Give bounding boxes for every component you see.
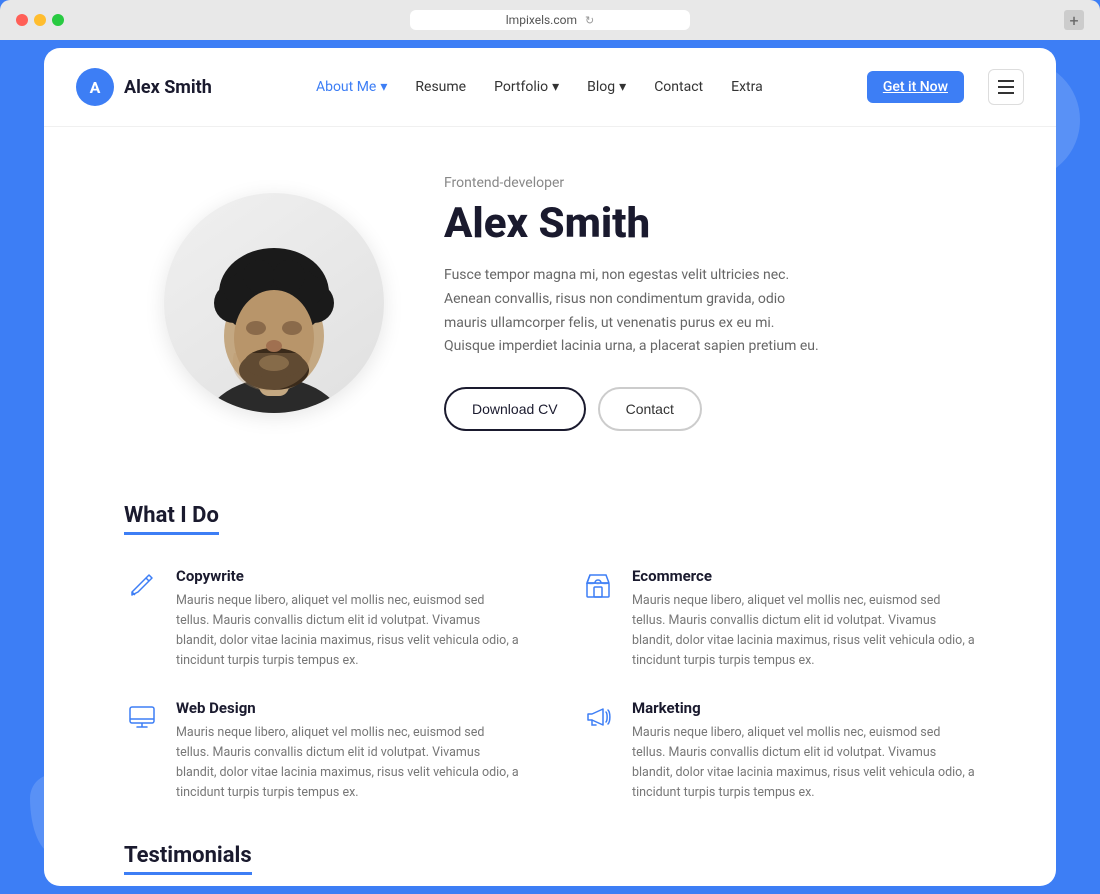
megaphone-icon [580, 699, 616, 735]
hero-section: Frontend-developer Alex Smith Fusce temp… [44, 127, 1056, 479]
get-it-now-button[interactable]: Get it Now [867, 71, 964, 103]
testimonials-section: Testimonials [44, 835, 1056, 886]
logo-name: Alex Smith [124, 77, 212, 98]
nav-item-portfolio[interactable]: Portfolio ▾ [494, 79, 559, 95]
service-copywrite-content: Copywrite Mauris neque libero, aliquet v… [176, 567, 520, 671]
service-webdesign-content: Web Design Mauris neque libero, aliquet … [176, 699, 520, 803]
store-icon [580, 567, 616, 603]
nav-item-resume[interactable]: Resume [415, 79, 466, 95]
service-marketing-title: Marketing [632, 699, 976, 717]
service-webdesign-title: Web Design [176, 699, 520, 717]
nav-links: About Me ▾ Resume Portfolio ▾ Blog ▾ [316, 79, 763, 95]
service-webdesign-desc: Mauris neque libero, aliquet vel mollis … [176, 723, 520, 803]
logo-initial: A [90, 78, 101, 97]
nav-item-blog[interactable]: Blog ▾ [587, 79, 626, 95]
nav-item-contact[interactable]: Contact [654, 79, 703, 95]
download-cv-button[interactable]: Download CV [444, 387, 586, 431]
what-i-do-title: What I Do [124, 503, 219, 535]
nav-item-about[interactable]: About Me ▾ [316, 79, 387, 95]
contact-button[interactable]: Contact [598, 387, 702, 431]
browser-chrome: lmpixels.com ↻ + [0, 0, 1100, 40]
hero-buttons: Download CV Contact [444, 387, 976, 431]
nav-link-contact[interactable]: Contact [654, 79, 703, 95]
hamburger-line [998, 80, 1014, 82]
traffic-lights [16, 14, 64, 26]
nav-link-blog[interactable]: Blog ▾ [587, 79, 626, 95]
hero-person-svg [174, 198, 374, 413]
main-card: A Alex Smith About Me ▾ Resume Portfolio… [44, 48, 1056, 886]
nav-item-extra[interactable]: Extra [731, 79, 763, 95]
hero-avatar [164, 193, 384, 413]
close-button[interactable] [16, 14, 28, 26]
hero-bio: Fusce tempor magna mi, non egestas velit… [444, 264, 824, 359]
nav-link-extra[interactable]: Extra [731, 79, 763, 95]
service-copywrite-title: Copywrite [176, 567, 520, 585]
service-ecommerce-title: Ecommerce [632, 567, 976, 585]
hamburger-menu[interactable] [988, 69, 1024, 105]
service-webdesign: Web Design Mauris neque libero, aliquet … [124, 699, 520, 803]
hamburger-line [998, 86, 1014, 88]
url-text: lmpixels.com [506, 13, 577, 27]
refresh-icon[interactable]: ↻ [585, 14, 594, 27]
service-ecommerce: Ecommerce Mauris neque libero, aliquet v… [580, 567, 976, 671]
service-copywrite: Copywrite Mauris neque libero, aliquet v… [124, 567, 520, 671]
chevron-down-icon: ▾ [552, 79, 559, 95]
service-marketing: Marketing Mauris neque libero, aliquet v… [580, 699, 976, 803]
service-marketing-desc: Mauris neque libero, aliquet vel mollis … [632, 723, 976, 803]
service-ecommerce-content: Ecommerce Mauris neque libero, aliquet v… [632, 567, 976, 671]
chevron-down-icon: ▾ [619, 79, 626, 95]
hamburger-line [998, 92, 1014, 94]
maximize-button[interactable] [52, 14, 64, 26]
monitor-icon [124, 699, 160, 735]
hero-name: Alex Smith [444, 199, 976, 248]
services-grid: Copywrite Mauris neque libero, aliquet v… [124, 567, 976, 803]
what-i-do-section: What I Do Copywrite Mauris neque libero,… [44, 479, 1056, 835]
hero-info: Frontend-developer Alex Smith Fusce temp… [444, 175, 976, 431]
nav-link-about[interactable]: About Me ▾ [316, 79, 387, 95]
service-copywrite-desc: Mauris neque libero, aliquet vel mollis … [176, 591, 520, 671]
hero-image-container [164, 193, 384, 413]
testimonials-title: Testimonials [124, 843, 252, 875]
hero-subtitle: Frontend-developer [444, 175, 976, 191]
nav-link-resume[interactable]: Resume [415, 79, 466, 95]
nav-link-portfolio[interactable]: Portfolio ▾ [494, 79, 559, 95]
service-ecommerce-desc: Mauris neque libero, aliquet vel mollis … [632, 591, 976, 671]
logo: A Alex Smith [76, 68, 212, 106]
pencil-icon [124, 567, 160, 603]
service-marketing-content: Marketing Mauris neque libero, aliquet v… [632, 699, 976, 803]
minimize-button[interactable] [34, 14, 46, 26]
chevron-down-icon: ▾ [380, 79, 387, 95]
new-tab-button[interactable]: + [1064, 10, 1084, 30]
address-bar[interactable]: lmpixels.com ↻ [410, 10, 690, 30]
logo-avatar: A [76, 68, 114, 106]
navigation: A Alex Smith About Me ▾ Resume Portfolio… [44, 48, 1056, 127]
